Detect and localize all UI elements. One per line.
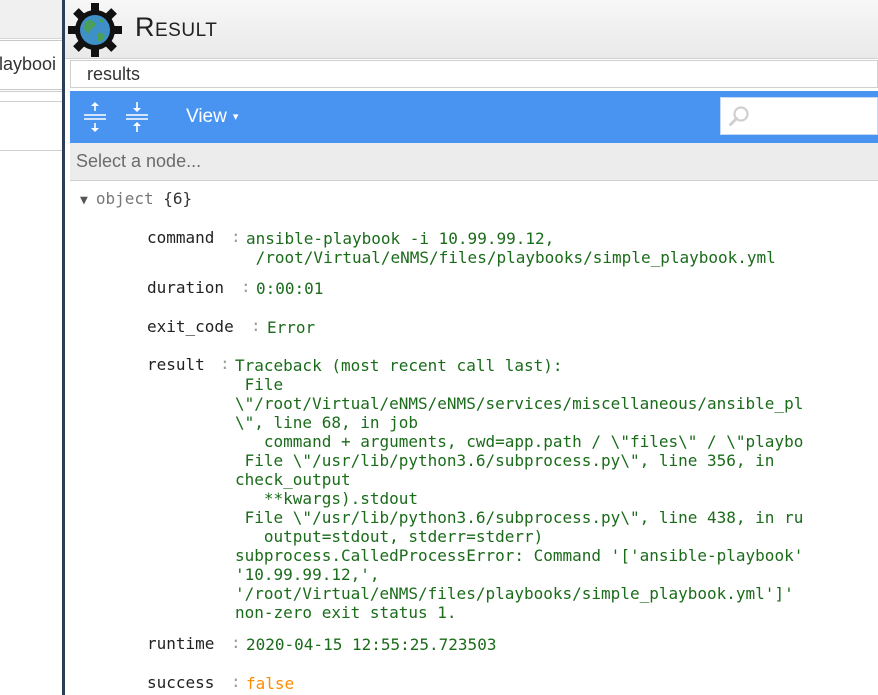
panel-title: Result <box>135 12 218 42</box>
result-name-value: results <box>87 64 141 84</box>
tree-root-node[interactable]: ▼ object {6} <box>80 189 192 208</box>
node-selector[interactable]: Select a node... <box>70 143 878 181</box>
expand-all-icon[interactable] <box>80 101 110 133</box>
tree-root-label: object <box>95 189 154 208</box>
search-input[interactable] <box>720 97 878 135</box>
result-name-field[interactable]: results <box>70 60 878 88</box>
node-selector-placeholder: Select a node... <box>76 151 202 171</box>
property-colon: : <box>220 354 230 373</box>
property-value[interactable]: Traceback (most recent call last): File … <box>235 356 803 622</box>
json-tree: ▼ object {6} command : ansible-playbook -… <box>65 182 878 695</box>
property-key[interactable]: duration <box>147 278 224 297</box>
expand-triangle-icon[interactable]: ▼ <box>80 193 88 208</box>
enms-logo-icon <box>68 3 122 57</box>
collapse-all-icon[interactable] <box>122 101 152 133</box>
view-menu-button[interactable]: View ▾ <box>186 106 238 128</box>
property-value[interactable]: ansible-playbook -i 10.99.99.12, /root/V… <box>246 229 776 267</box>
property-key[interactable]: result <box>147 355 205 374</box>
property-colon: : <box>251 316 261 335</box>
tree-root-count: {6} <box>163 189 193 208</box>
panel-titlebar[interactable]: Result <box>65 0 878 59</box>
divider <box>0 150 66 151</box>
property-colon: : <box>231 227 241 246</box>
json-editor-toolbar: View ▾ <box>70 91 878 143</box>
property-colon: : <box>231 633 241 652</box>
property-value[interactable]: Error <box>267 318 315 337</box>
search-icon <box>729 106 749 126</box>
view-menu-label: View <box>186 106 227 127</box>
property-key[interactable]: success <box>147 673 214 692</box>
property-key[interactable]: runtime <box>147 634 214 653</box>
property-value[interactable]: 2020-04-15 12:55:25.723503 <box>246 635 496 654</box>
result-panel: Result results View ▾ Select a node... ▼… <box>62 0 878 695</box>
property-key[interactable]: exit_code <box>147 317 234 336</box>
property-value[interactable]: 0:00:01 <box>256 279 323 298</box>
divider <box>0 91 66 92</box>
property-colon: : <box>241 277 251 296</box>
background-tab-label: laybooi <box>0 54 57 74</box>
background-window: laybooi <box>0 0 70 695</box>
property-key[interactable]: command <box>147 228 214 247</box>
caret-down-icon: ▾ <box>232 111 239 123</box>
background-window-header <box>0 0 70 39</box>
divider <box>0 101 66 102</box>
property-colon: : <box>231 672 241 691</box>
property-value[interactable]: false <box>246 674 294 693</box>
